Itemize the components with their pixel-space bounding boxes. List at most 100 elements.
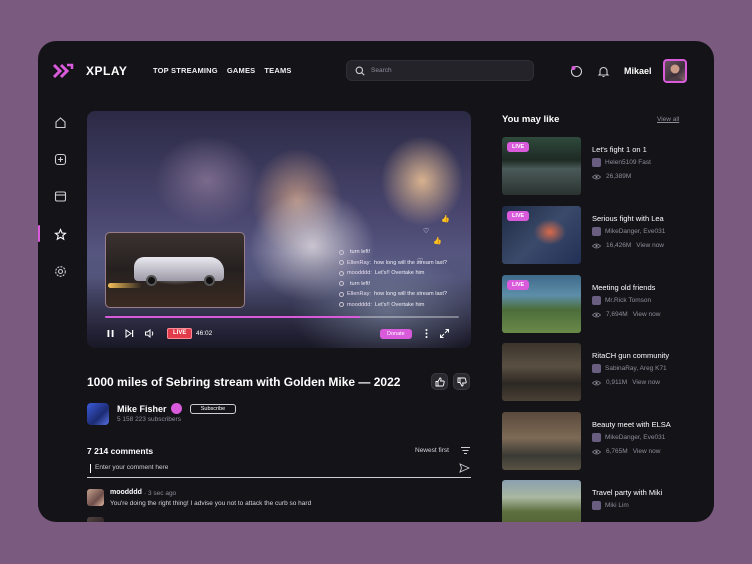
dislike-button[interactable] <box>453 373 470 390</box>
subscribe-button[interactable]: Subscribe <box>190 404 236 414</box>
like-button[interactable] <box>431 373 448 390</box>
eye-icon <box>592 243 601 248</box>
picture-in-picture[interactable] <box>105 232 245 308</box>
author-name: MikeDanger, Eve031 <box>605 228 666 235</box>
commenter-avatar[interactable] <box>87 489 104 506</box>
author-name: Helen5109 Fast <box>605 159 651 166</box>
more-vertical-icon[interactable] <box>421 328 432 339</box>
channel-name[interactable]: Mike Fisher <box>117 404 167 414</box>
video-player[interactable]: 👍 ♡ 👍 ♡ turn left! EllenRay: how long wil… <box>87 111 471 348</box>
volume-icon[interactable] <box>144 328 155 339</box>
app-window: XPLAY TOP STREAMING GAMES TEAMS Search M… <box>38 41 714 522</box>
chat-username: moodddd: <box>347 270 372 277</box>
recommendation-card[interactable]: LIVE Let's fight 1 on 1 Helen5109 Fast 2… <box>502 137 702 195</box>
user-avatar[interactable] <box>663 59 687 83</box>
recommendation-author: Helen5109 Fast <box>592 158 651 167</box>
recommendations-title: You may like <box>502 114 560 125</box>
eye-icon <box>592 174 601 179</box>
logo[interactable]: XPLAY <box>52 63 127 79</box>
recommendation-card[interactable]: Beauty meet with ELSA MikeDanger, Eve031… <box>502 412 702 470</box>
recommendation-card[interactable]: LIVE Serious fight with Lea MikeDanger, … <box>502 206 702 264</box>
author-avatar <box>592 296 601 305</box>
fullscreen-icon[interactable] <box>439 328 450 339</box>
recommendation-card[interactable]: LIVE Meeting old friends Mr.Rick Tomson … <box>502 275 702 333</box>
recommendation-author: MikeDanger, Eve031 <box>592 433 665 442</box>
live-badge: LIVE <box>167 328 193 339</box>
comment-time-value: 3 sec ago <box>147 489 177 497</box>
text-caret <box>90 464 91 473</box>
donate-button[interactable]: Donate <box>380 329 412 339</box>
comment-field[interactable]: Enter your comment here <box>87 461 471 478</box>
settings-icon[interactable] <box>54 265 67 278</box>
subscriber-count: 5 158 223 subscribers <box>117 416 181 423</box>
view-now-link[interactable]: View now <box>633 311 661 318</box>
recommendation-views: 16,426M View now <box>592 242 664 249</box>
star-icon[interactable] <box>54 228 67 241</box>
thumbnail[interactable]: LIVE <box>502 206 581 264</box>
thumbs-up-icon <box>435 377 445 386</box>
pause-icon[interactable] <box>105 328 116 339</box>
thumbnail[interactable] <box>502 343 581 401</box>
recommendation-title[interactable]: Beauty meet with ELSA <box>592 420 671 429</box>
pip-wheel <box>204 275 215 286</box>
thumbnail[interactable]: LIVE <box>502 137 581 195</box>
view-all-link[interactable]: View all <box>657 116 679 123</box>
playback-time: 46:02 <box>196 330 213 337</box>
recommendation-title[interactable]: Travel party with Miki <box>592 488 662 497</box>
comment-text: You're doing the right thing! I advise y… <box>110 500 312 507</box>
views-count: 26,389M <box>606 173 632 180</box>
bell-icon[interactable] <box>597 65 610 78</box>
thumbnail[interactable] <box>502 480 581 522</box>
send-icon[interactable] <box>459 463 470 473</box>
verified-badge-icon <box>171 403 182 414</box>
recommendation-title[interactable]: Serious fight with Lea <box>592 214 664 223</box>
nav-teams[interactable]: TEAMS <box>264 66 291 75</box>
search-input[interactable]: Search <box>346 60 534 81</box>
chat-text: Let's!! Overtake him <box>374 270 425 277</box>
nav-top-streaming[interactable]: TOP STREAMING <box>153 66 218 75</box>
channel-avatar[interactable] <box>87 403 109 425</box>
sort-dropdown[interactable]: Newest first <box>415 447 449 454</box>
chat-avatar <box>339 270 344 276</box>
search-placeholder: Search <box>371 67 392 74</box>
commenter-name[interactable]: moodddd <box>110 489 142 496</box>
chat-text: turn left! <box>350 249 371 256</box>
home-icon[interactable] <box>54 116 67 129</box>
author-avatar <box>592 227 601 236</box>
pip-wheel <box>146 275 157 286</box>
messages-icon[interactable] <box>570 65 583 78</box>
live-chat-overlay: turn left! EllenRay: how long will the st… <box>339 247 469 310</box>
heart-reaction-icon: ♡ <box>423 228 430 235</box>
progress-fill <box>105 316 360 318</box>
filter-icon[interactable] <box>460 446 471 455</box>
live-badge: LIVE <box>507 280 530 290</box>
thumbnail[interactable] <box>502 412 581 470</box>
view-now-link[interactable]: View now <box>633 448 661 455</box>
chat-text: turn left! <box>350 280 371 287</box>
next-icon[interactable] <box>124 328 135 339</box>
recommendation-card[interactable]: RitaCH gun community SabinaRay, Areg K71… <box>502 343 702 401</box>
browser-icon[interactable] <box>54 190 67 203</box>
live-badge: LIVE <box>507 142 530 152</box>
sidebar-active-indicator <box>38 225 40 242</box>
chat-message: turn left! <box>339 247 469 258</box>
recommendation-title[interactable]: RitaCH gun community <box>592 351 669 360</box>
user-name[interactable]: Mikael <box>624 66 652 76</box>
chat-message: EllenRay: how long will the stream last? <box>339 258 469 269</box>
add-square-icon[interactable] <box>54 153 67 166</box>
nav-games[interactable]: GAMES <box>227 66 256 75</box>
thumbnail[interactable]: LIVE <box>502 275 581 333</box>
views-count: 7,694M <box>606 311 628 318</box>
xplay-logo-icon <box>52 63 74 79</box>
view-now-link[interactable]: View now <box>636 242 664 249</box>
progress-bar[interactable] <box>105 316 459 318</box>
recommendation-card[interactable]: Travel party with Miki Miki Lim <box>502 480 702 522</box>
author-avatar <box>592 158 601 167</box>
chat-username: moodddd: <box>347 301 372 308</box>
recommendation-title[interactable]: Let's fight 1 on 1 <box>592 145 647 154</box>
author-name: MikeDanger, Eve031 <box>605 434 666 441</box>
view-now-link[interactable]: View now <box>632 379 660 386</box>
recommendation-title[interactable]: Meeting old friends <box>592 283 655 292</box>
views-count: 0,911M <box>606 379 628 386</box>
author-name: Miki Lim <box>605 502 629 509</box>
